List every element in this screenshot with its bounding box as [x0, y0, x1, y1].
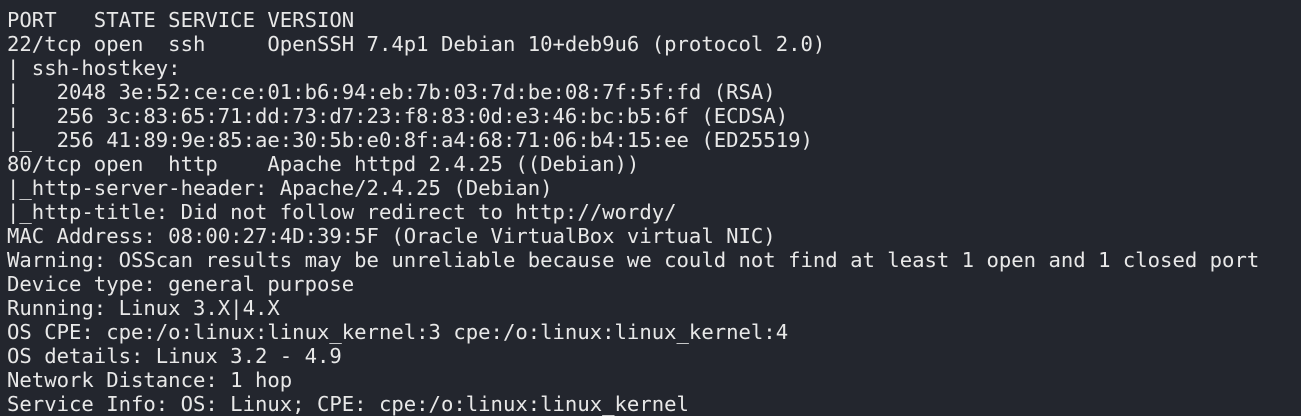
- ssh-hostkey-label: | ssh-hostkey:: [7, 56, 193, 80]
- http-title: |_http-title: Did not follow redirect to…: [7, 200, 677, 224]
- osscan-warning: Warning: OSScan results may be unreliabl…: [7, 248, 1260, 272]
- port-22-row: 22/tcp open ssh OpenSSH 7.4p1 Debian 10+…: [7, 32, 826, 56]
- os-details: OS details: Linux 3.2 - 4.9: [7, 344, 342, 368]
- table-header: PORT STATE SERVICE VERSION: [7, 8, 355, 32]
- hostkey-rsa: | 2048 3e:52:ce:ce:01:b6:94:eb:7b:03:7d:…: [7, 80, 776, 104]
- hostkey-ecdsa: | 256 3c:83:65:71:dd:73:d7:23:f8:83:0d:e…: [7, 104, 789, 128]
- service-info: Service Info: OS: Linux; CPE: cpe:/o:lin…: [7, 392, 689, 416]
- port-80-row: 80/tcp open http Apache httpd 2.4.25 ((D…: [7, 152, 640, 176]
- running-os: Running: Linux 3.X|4.X: [7, 296, 280, 320]
- mac-address: MAC Address: 08:00:27:4D:39:5F (Oracle V…: [7, 224, 776, 248]
- network-distance: Network Distance: 1 hop: [7, 368, 293, 392]
- os-cpe: OS CPE: cpe:/o:linux:linux_kernel:3 cpe:…: [7, 320, 789, 344]
- terminal-output[interactable]: PORT STATE SERVICE VERSION 22/tcp open s…: [0, 0, 1301, 416]
- device-type: Device type: general purpose: [7, 272, 355, 296]
- http-server-header: |_http-server-header: Apache/2.4.25 (Deb…: [7, 176, 553, 200]
- hostkey-ed25519: |_ 256 41:89:9e:85:ae:30:5b:e0:8f:a4:68:…: [7, 128, 813, 152]
